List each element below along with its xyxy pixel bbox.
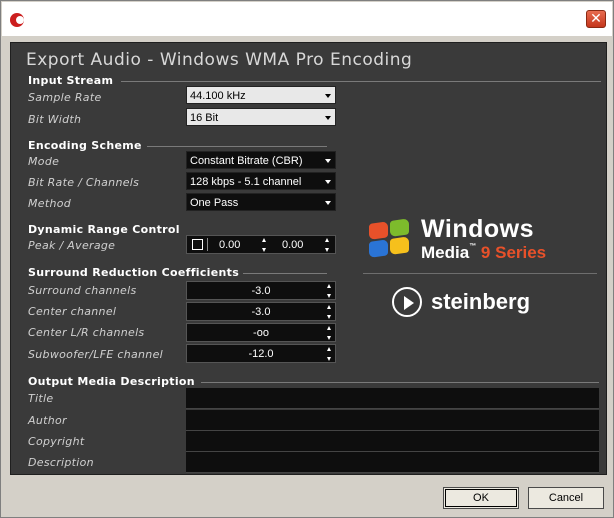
- method-dropdown[interactable]: One Pass: [186, 193, 336, 211]
- spinner-icon[interactable]: [327, 347, 332, 361]
- subwoofer-lfe-label: Subwoofer/LFE channel: [28, 348, 163, 361]
- peak-spinner-icon[interactable]: [262, 238, 267, 252]
- bitrate-dropdown[interactable]: 128 kbps - 5.1 channel: [186, 172, 336, 190]
- section-divider: [243, 273, 327, 274]
- mode-label: Mode: [28, 155, 60, 168]
- dynamic-range-heading: Dynamic Range Control: [28, 223, 180, 236]
- description-label: Description: [28, 456, 94, 469]
- title-bar[interactable]: ✕: [2, 2, 612, 36]
- logo-area: Windows Media™ 9 Series steinberg: [363, 213, 603, 333]
- windows-media-logo-text: Media™ 9 Series: [421, 243, 546, 263]
- steinberg-logo-text: steinberg: [431, 289, 531, 314]
- logo-divider: [363, 273, 597, 274]
- surround-heading: Surround Reduction Coefficients: [28, 266, 240, 279]
- peak-value[interactable]: 0.00: [219, 239, 240, 251]
- copyright-input[interactable]: [186, 431, 599, 452]
- mode-dropdown[interactable]: Constant Bitrate (CBR): [186, 151, 336, 169]
- bitrate-value: 128 kbps - 5.1 channel: [190, 176, 302, 188]
- description-input[interactable]: [186, 452, 599, 473]
- average-value[interactable]: 0.00: [282, 239, 303, 251]
- spinner-icon[interactable]: [327, 305, 332, 319]
- encoding-scheme-heading: Encoding Scheme: [28, 139, 142, 152]
- spinner-icon[interactable]: [327, 284, 332, 298]
- windows-logo-text: Windows: [421, 215, 534, 243]
- spinner-icon[interactable]: [327, 326, 332, 340]
- windows-flag-icon: [369, 218, 411, 260]
- steinberg-play-icon: [392, 287, 422, 317]
- center-lr-channels-value: -oo: [253, 327, 269, 339]
- input-stream-heading: Input Stream: [28, 74, 114, 87]
- field-divider: [207, 238, 208, 251]
- chevron-down-icon: [325, 180, 331, 184]
- ok-button[interactable]: OK: [443, 487, 519, 509]
- sample-rate-dropdown[interactable]: 44.100 kHz: [186, 86, 336, 104]
- center-channel-field[interactable]: -3.0: [186, 302, 336, 321]
- average-spinner-icon[interactable]: [325, 238, 330, 252]
- center-channel-value: -3.0: [251, 306, 271, 318]
- author-input[interactable]: [186, 410, 599, 431]
- mode-value: Constant Bitrate (CBR): [190, 155, 303, 167]
- sample-rate-value: 44.100 kHz: [190, 90, 246, 102]
- surround-channels-value: -3.0: [251, 285, 271, 297]
- export-audio-window: ✕ Export Audio - Windows WMA Pro Encodin…: [0, 0, 614, 518]
- panel-title: Export Audio - Windows WMA Pro Encoding: [26, 50, 413, 70]
- section-divider: [201, 382, 599, 383]
- dynamic-range-checkbox[interactable]: [192, 239, 203, 250]
- bit-width-label: Bit Width: [28, 113, 82, 126]
- section-divider: [147, 146, 327, 147]
- bit-width-dropdown[interactable]: 16 Bit: [186, 108, 336, 126]
- trademark-mark: ™: [469, 243, 477, 250]
- method-value: One Pass: [190, 197, 239, 209]
- series-text: 9 Series: [480, 243, 547, 262]
- subwoofer-lfe-field[interactable]: -12.0: [186, 344, 336, 363]
- surround-channels-label: Surround channels: [28, 284, 137, 297]
- chevron-down-icon: [325, 94, 331, 98]
- media-text: Media: [421, 243, 470, 262]
- bit-width-value: 16 Bit: [190, 112, 219, 124]
- center-lr-channels-label: Center L/R channels: [28, 326, 145, 339]
- section-divider: [121, 81, 601, 82]
- center-channel-label: Center channel: [28, 305, 117, 318]
- bitrate-label: Bit Rate / Channels: [28, 176, 140, 189]
- output-media-heading: Output Media Description: [28, 375, 195, 388]
- title-label: Title: [28, 392, 54, 405]
- app-icon: [10, 13, 24, 27]
- chevron-down-icon: [325, 159, 331, 163]
- close-button[interactable]: ✕: [586, 10, 606, 28]
- title-input[interactable]: [186, 388, 599, 409]
- chevron-down-icon: [325, 201, 331, 205]
- author-label: Author: [28, 414, 67, 427]
- surround-channels-field[interactable]: -3.0: [186, 281, 336, 300]
- method-label: Method: [28, 197, 72, 210]
- encoding-panel: Export Audio - Windows WMA Pro Encoding …: [10, 42, 607, 475]
- center-lr-channels-field[interactable]: -oo: [186, 323, 336, 342]
- cancel-button[interactable]: Cancel: [528, 487, 604, 509]
- sample-rate-label: Sample Rate: [28, 91, 102, 104]
- subwoofer-lfe-value: -12.0: [248, 348, 274, 360]
- peak-average-control: 0.00 0.00: [186, 235, 336, 254]
- chevron-down-icon: [325, 116, 331, 120]
- copyright-label: Copyright: [28, 435, 85, 448]
- peak-average-label: Peak / Average: [28, 239, 116, 252]
